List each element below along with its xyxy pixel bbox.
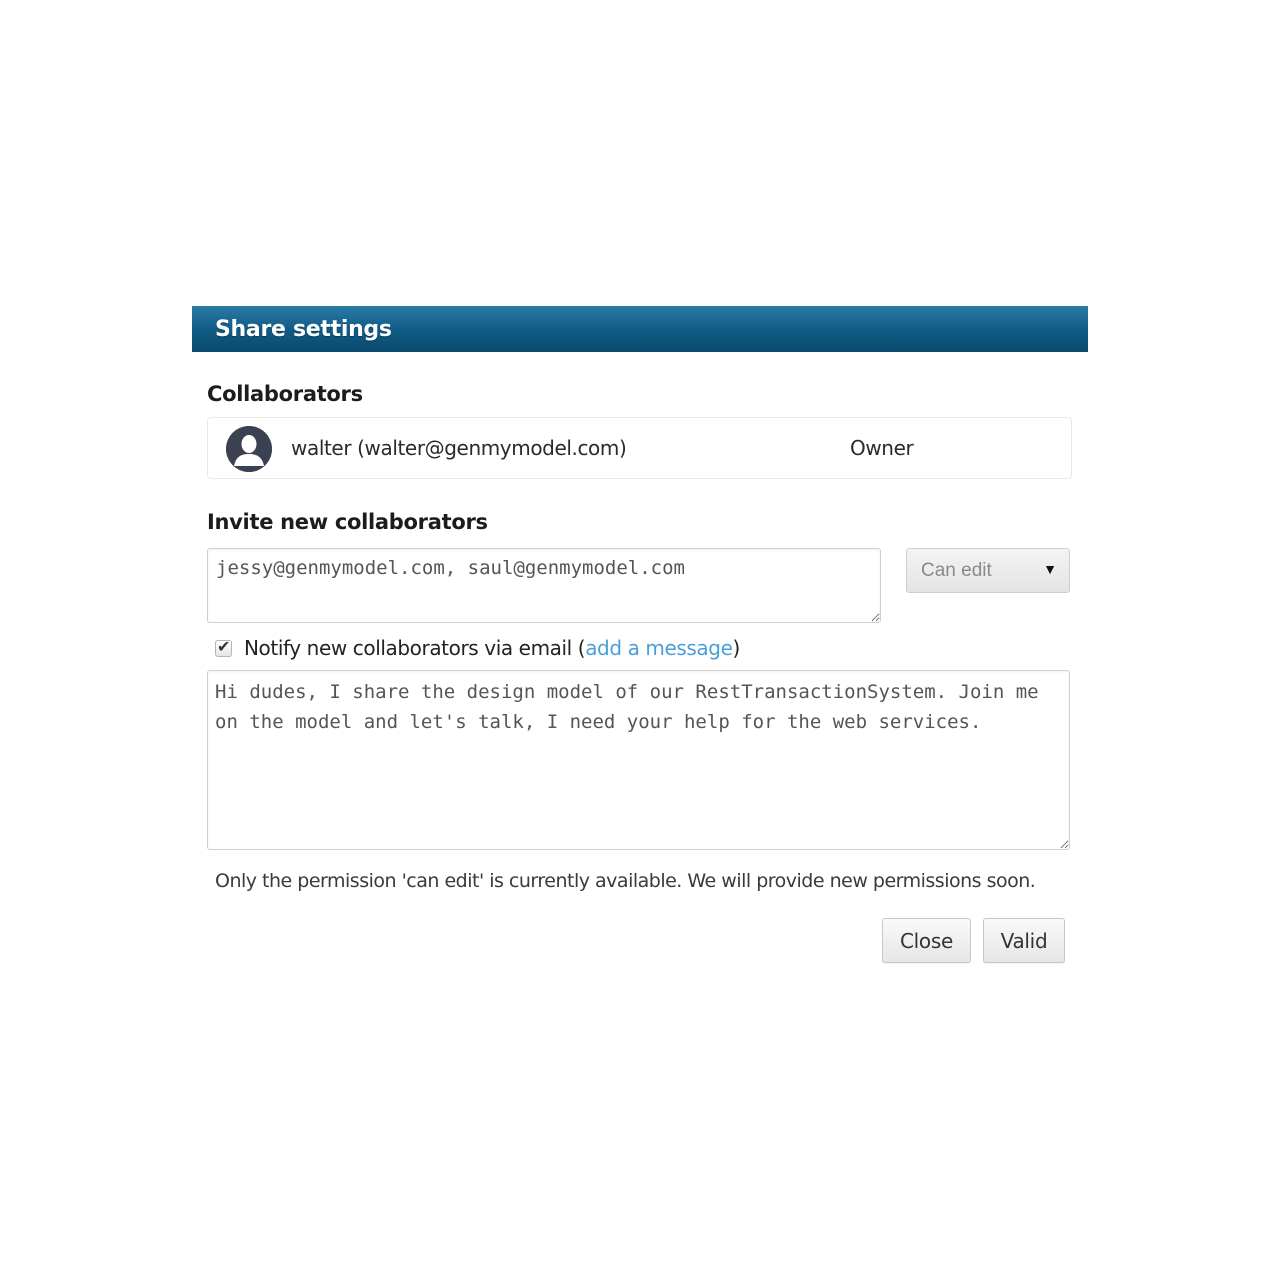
notify-label: Notify new collaborators via email (: [244, 636, 586, 660]
collaborator-role: Owner: [850, 436, 914, 460]
notify-checkbox[interactable]: ✔: [215, 636, 232, 657]
collaborator-row: walter (walter@genmymodel.com) Owner: [207, 417, 1072, 479]
collaborators-heading: Collaborators: [207, 382, 363, 406]
notify-row: ✔ Notify new collaborators via email (ad…: [215, 636, 740, 660]
permission-select[interactable]: Can edit ▼: [906, 548, 1070, 593]
notify-label-suffix: ): [732, 636, 741, 660]
invite-heading: Invite new collaborators: [207, 510, 488, 534]
dialog-title: Share settings: [215, 316, 392, 342]
message-textarea[interactable]: [207, 670, 1070, 850]
close-button[interactable]: Close: [882, 918, 971, 963]
collaborator-name: walter (walter@genmymodel.com): [291, 436, 627, 460]
caret-down-icon: ▼: [1043, 561, 1057, 577]
check-icon: ✔: [217, 636, 231, 656]
permission-select-value: Can edit: [921, 559, 992, 581]
user-avatar-icon: [226, 426, 272, 472]
valid-button[interactable]: Valid: [983, 918, 1065, 963]
invite-emails-input[interactable]: [207, 548, 881, 623]
add-message-link[interactable]: add a message: [585, 636, 733, 660]
share-settings-dialog: Share settings Collaborators walter (wal…: [192, 306, 1088, 982]
permission-info-text: Only the permission 'can edit' is curren…: [215, 870, 1036, 892]
dialog-header: Share settings: [192, 306, 1088, 352]
